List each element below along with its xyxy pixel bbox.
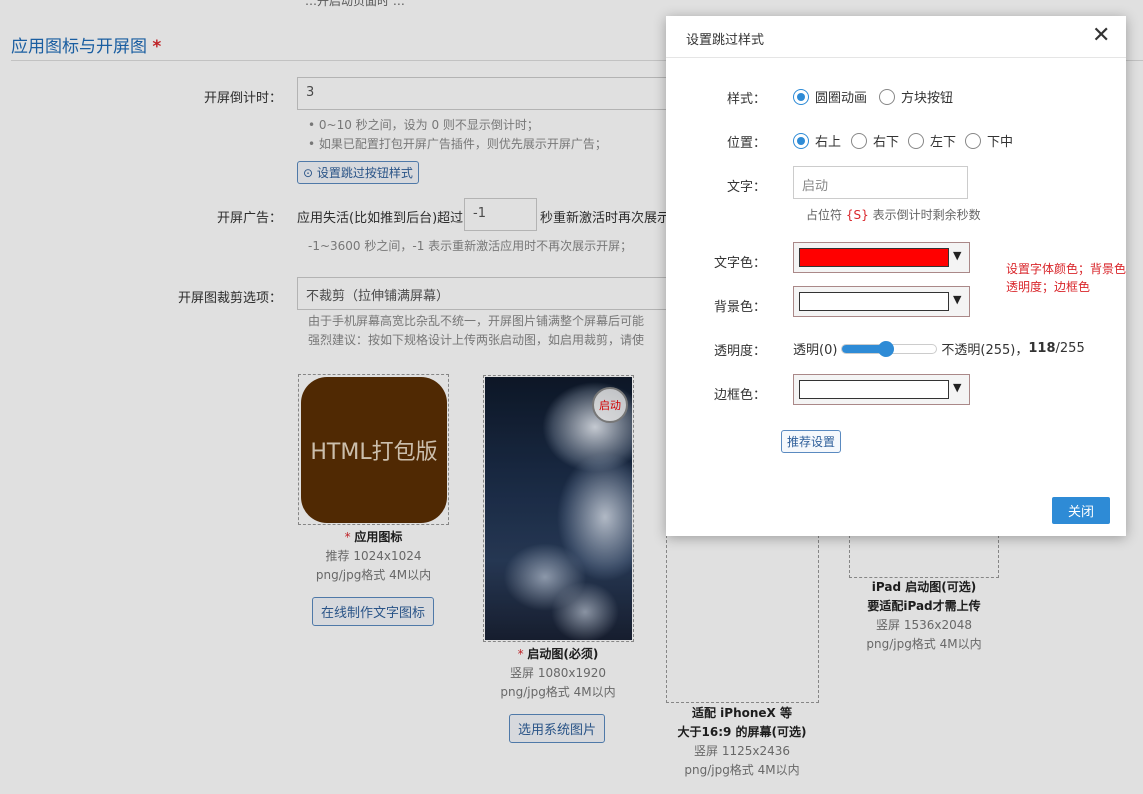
bg-color-swatch — [799, 292, 949, 311]
placeholder-note-prefix: 占位符 — [806, 208, 843, 222]
text-color-label: 文字色： — [713, 256, 766, 271]
opacity-label: 透明度： — [713, 344, 766, 359]
text-color-swatch — [799, 248, 949, 267]
dialog-close-button[interactable]: 关闭 — [1052, 497, 1110, 524]
dropdown-arrow-icon: ▼ — [953, 249, 962, 262]
opacity-max-value: /255 — [1055, 341, 1085, 356]
style-option-square[interactable]: 方块按钮 — [879, 87, 953, 106]
style-option-circle-label: 圆圈动画 — [815, 91, 868, 106]
position-option-bottom-center[interactable]: 下中 — [965, 131, 1013, 150]
opacity-max-label: 不透明(255)， — [941, 343, 1029, 358]
dialog-header: 设置跳过样式 ✕ — [666, 16, 1126, 58]
opacity-control: 透明(0) 不透明(255)， 118 /255 — [793, 339, 1085, 358]
position-option-bottom-right[interactable]: 右下 — [851, 131, 899, 150]
text-color-select[interactable]: ▼ — [793, 242, 970, 273]
style-option-circle[interactable]: 圆圈动画 — [793, 87, 867, 106]
bg-color-select[interactable]: ▼ — [793, 286, 970, 317]
dropdown-arrow-icon: ▼ — [953, 293, 962, 306]
opacity-slider-handle[interactable] — [877, 340, 894, 357]
close-icon[interactable]: ✕ — [1092, 25, 1110, 47]
opacity-min-label: 透明(0) — [793, 343, 838, 358]
border-color-swatch — [799, 380, 949, 399]
bg-color-label: 背景色： — [713, 300, 766, 315]
style-option-square-label: 方块按钮 — [901, 91, 954, 106]
placeholder-note: 占位符 {S} 表示倒计时剩余秒数 — [806, 206, 981, 223]
position-option-top-right-label: 右上 — [815, 135, 842, 150]
position-label: 位置： — [726, 136, 766, 151]
dropdown-arrow-icon: ▼ — [953, 381, 962, 394]
position-option-bottom-right-label: 右下 — [873, 135, 900, 150]
opacity-slider[interactable] — [841, 340, 938, 357]
position-option-bottom-left[interactable]: 左下 — [908, 131, 956, 150]
skip-text-input[interactable]: 启动 — [793, 166, 968, 199]
radio-icon — [793, 88, 809, 105]
text-label: 文字： — [726, 180, 766, 195]
recommend-settings-button[interactable]: 推荐设置 — [781, 430, 842, 453]
position-option-bottom-center-label: 下中 — [987, 135, 1014, 150]
style-label: 样式： — [726, 92, 766, 107]
radio-icon — [879, 88, 895, 105]
radio-icon — [965, 132, 981, 149]
position-option-top-right[interactable]: 右上 — [793, 131, 841, 150]
radio-icon — [793, 132, 809, 149]
placeholder-token: {S} — [845, 208, 869, 222]
radio-icon — [908, 132, 924, 149]
placeholder-note-suffix: 表示倒计时剩余秒数 — [872, 208, 981, 222]
border-color-label: 边框色： — [713, 388, 766, 403]
radio-icon — [851, 132, 867, 149]
border-color-select[interactable]: ▼ — [793, 374, 970, 405]
annotation-note: 设置字体颜色；背景色 透明度；边框色 — [1006, 260, 1126, 296]
dialog-title: 设置跳过样式 — [686, 33, 765, 48]
annotation-line-1: 设置字体颜色；背景色 — [1006, 262, 1127, 276]
position-option-bottom-left-label: 左下 — [930, 135, 957, 150]
opacity-value: 118 — [1028, 341, 1056, 356]
annotation-line-2: 透明度；边框色 — [1006, 280, 1091, 294]
